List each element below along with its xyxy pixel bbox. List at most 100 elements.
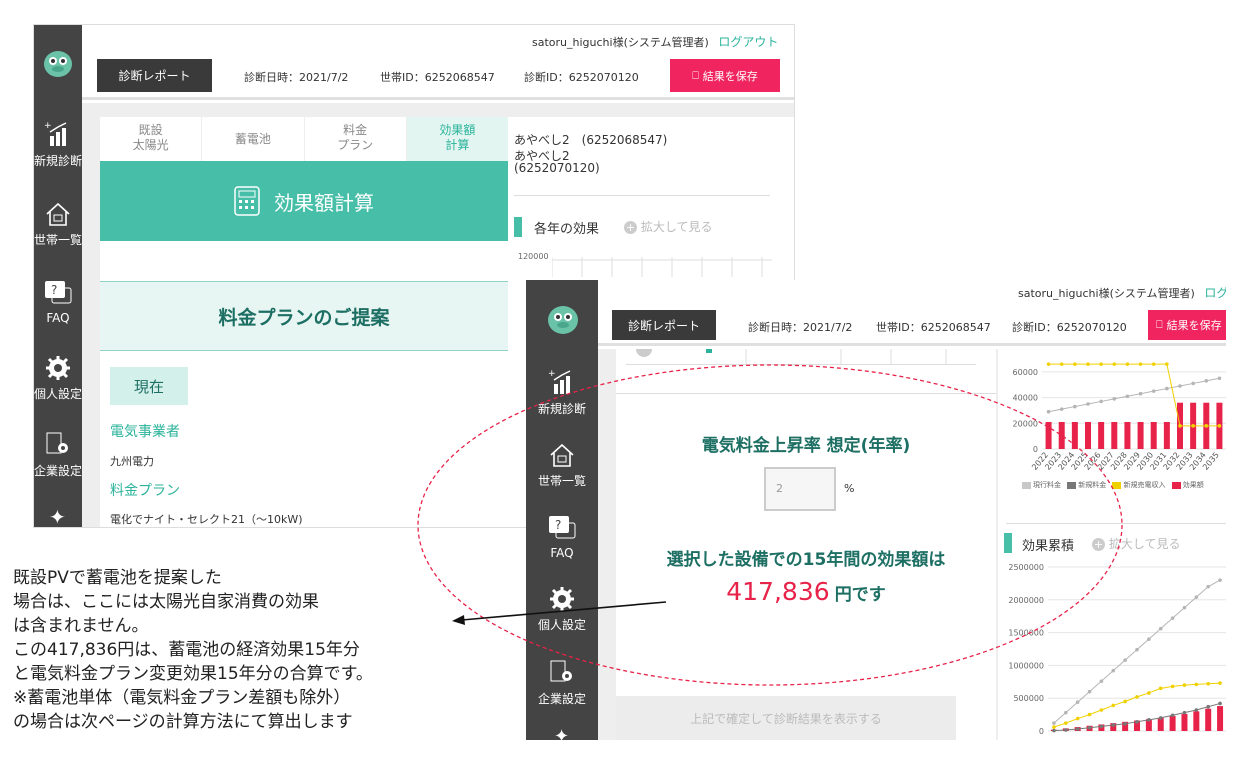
confirm-label: 上記で確定して診断結果を表示する [690,711,882,726]
tab-existing-solar[interactable]: 既設 太陽光 [100,117,203,161]
effect-bar [1058,422,1065,449]
effect-bar [1124,422,1131,449]
sidebar-item-label: FAQ [46,311,70,325]
logout-link[interactable]: ログアウト [718,35,778,49]
banner-title: 効果額計算 [274,190,374,215]
annotation-line: この417,836円は、蓄電池の経済効果15年分 [13,640,360,660]
cumulative-effect-chart: 0 500000 1000000 1500000 2000000 2500000 [1008,563,1226,736]
save-label: 結果を保存 [702,69,758,83]
series-point [1191,381,1195,386]
series-point [1087,712,1092,717]
cumulative-bar [1157,717,1164,731]
expand-link[interactable]: + 拡大して見る [624,218,712,235]
series-point [1135,647,1139,652]
sidebar-item-new[interactable]: + 新規診断 [34,120,82,169]
effect-bar [1045,422,1052,449]
series-point [1204,379,1209,383]
gear-icon [550,587,574,611]
series-point [1147,718,1151,722]
cumulative-bar [1169,715,1176,731]
series-point [1147,637,1151,641]
plus-circle-icon: + [624,221,637,234]
cumulative-bar [1193,711,1200,731]
divider [514,195,770,196]
expand-label: 拡大して見る [640,220,713,234]
series-point [1218,701,1222,706]
series-point [1046,409,1051,414]
yearly-title-marker [514,217,522,237]
sidebar-item-label: 個人設定 [34,387,83,401]
series-point [1099,708,1104,712]
save-button[interactable]: ⎕ 結果を保存 [1148,310,1226,340]
series-point [1111,668,1116,673]
logout-link[interactable]: ログアウト [1204,286,1226,300]
provider-value: 九州電力 [110,455,154,468]
tab-battery[interactable]: 蓄電池 [202,117,305,161]
legend-item: 新規売電収入 [1112,481,1165,489]
series-point [1158,716,1163,720]
confirm-button[interactable]: 上記で確定して診断結果を表示する [616,696,956,740]
sidebar-item-personal[interactable]: 個人設定 [34,355,82,402]
sidebar-item-label: 世帯一覧 [34,233,83,247]
series-point [1075,727,1080,731]
diagnosis-id: 診断ID：6252070120 [1012,321,1127,334]
series-point [1059,407,1064,411]
y-tick-label: 0 [1039,727,1044,736]
y-tick-label: 20000 [1013,419,1038,428]
diagnosis-date: 診断日時：2021/7/2 [748,321,853,334]
sidebar-item-label: 企業設定 [537,692,586,706]
question-bubble-icon: ? [45,281,72,304]
effect-bar [1071,422,1078,449]
annotation-line: 場合は、ここには太陽光自家消費の効果 [13,592,319,612]
diagnosis-date: 診断日時：2021/7/2 [244,71,349,84]
tab-effect-calc[interactable]: 効果額 計算 [406,117,508,161]
series-point [1073,362,1077,366]
step-tabs: 既設 太陽光 蓄電池 料金 プラン 効果額 計算 [100,117,508,161]
app-logo[interactable] [548,306,578,334]
y-tick-label: 0 [1033,445,1038,454]
expand-label: 拡大して見る [1108,537,1181,551]
user-name: satoru_higuchi様(システム管理者) [1018,287,1195,300]
sidebar-item-faq[interactable]: ? FAQ [526,514,598,560]
effect-bar [1098,422,1105,449]
sidebar-item-company[interactable]: 企業設定 [526,658,598,707]
sidebar-item-company[interactable]: 企業設定 [34,430,82,479]
plan-label: 料金プラン [110,483,180,499]
sidebar-item-faq[interactable]: ? FAQ [34,279,82,325]
sidebar-item-personal[interactable]: 個人設定 [526,586,598,633]
sidebar-item-households[interactable]: 世帯一覧 [34,201,82,248]
effect-amount: 417,836 [726,577,830,606]
tab-plan[interactable]: 料金 プラン [305,117,407,161]
rate-input[interactable]: 2 [764,467,836,511]
report-tab[interactable]: 診断レポート [97,59,212,92]
sidebar-item-new[interactable]: + 新規診断 [526,368,598,417]
gear-icon [46,356,70,380]
series-point [1075,716,1080,721]
series-point [1086,402,1090,406]
series-point [1178,384,1182,388]
app-logo[interactable] [44,51,72,77]
current-badge: 現在 [110,367,188,405]
sparkle-icon: ✦ [49,505,66,528]
series-point [1194,595,1199,599]
front-screenshot: + 新規診断 世帯一覧 ? FAQ 個人設定 企業設定 ✦ satoru_hig… [526,280,1226,740]
sidebar-item-label: 新規診断 [537,402,586,416]
sidebar-item-households[interactable]: 世帯一覧 [526,442,598,489]
diagnosis-id: 診断ID：6252070120 [524,71,639,84]
save-button[interactable]: ⎕ 結果を保存 [670,59,780,92]
chart-panel: 0 20000 40000 60000 2022 2023 2024 2025 2026 2027… [998,349,1226,740]
series-point [1151,389,1156,393]
effect-amount-line: 417,836 円です [616,577,996,606]
expand-link[interactable]: + 拡大して見る [1092,535,1180,552]
house-icon [550,443,574,467]
provider-label: 電気事業者 [110,424,180,440]
series-point [1194,682,1199,687]
series-point [1099,399,1103,404]
sidebar-item-label: 企業設定 [34,464,83,478]
report-tab[interactable]: 診断レポート [612,310,716,340]
effect-bar [1137,422,1144,449]
save-label: 結果を保存 [1166,319,1222,332]
cumulative-title-marker [1004,533,1012,553]
series-point [1087,725,1092,730]
series-point [1099,724,1104,729]
